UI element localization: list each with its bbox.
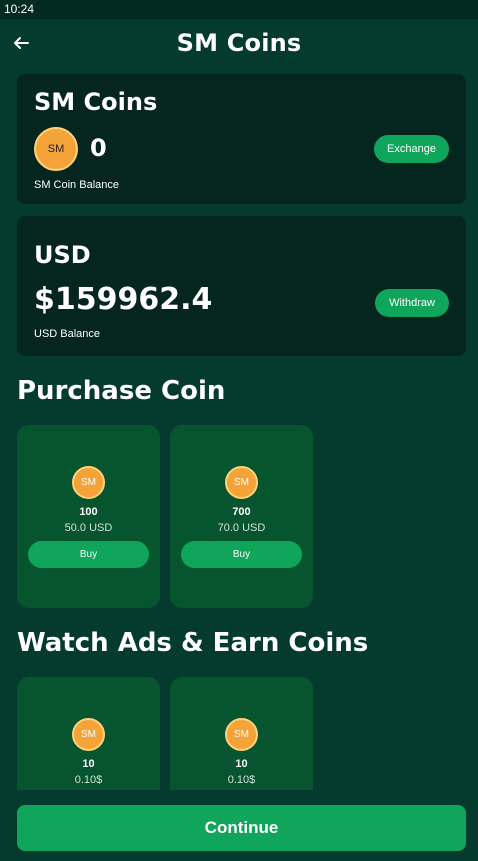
usd-balance-card: USD $159962.4 USD Balance Withdraw — [17, 216, 466, 356]
coin-icon: SM — [72, 466, 105, 499]
offer-price: 0.10$ — [74, 774, 103, 786]
coin-icon-label: SM — [47, 143, 65, 155]
status-time: 10:24 — [4, 2, 35, 16]
coin-icon-label: SM — [234, 729, 249, 740]
offer-coin-amount: 100 — [79, 506, 98, 518]
ad-offer-card[interactable]: SM 10 0.10$ — [17, 677, 160, 790]
coin-icon-label: SM — [81, 477, 96, 488]
purchase-offer-card: SM 700 70.0 USD Buy — [170, 425, 313, 608]
app-bar: SM Coins — [0, 19, 478, 71]
usd-card-title: USD — [34, 241, 91, 269]
page-title: SM Coins — [176, 29, 302, 57]
offer-price: 50.0 USD — [64, 522, 113, 534]
status-bar: 10:24 — [0, 0, 478, 19]
withdraw-button[interactable]: Withdraw — [375, 289, 449, 317]
coin-balance-card: SM Coins SM 0 SM Coin Balance Exchange — [17, 74, 466, 204]
usd-balance-label: USD Balance — [34, 328, 101, 340]
coin-balance-value: 0 — [90, 134, 107, 162]
coin-icon-label: SM — [234, 477, 249, 488]
offer-coin-amount: 700 — [232, 506, 251, 518]
offer-coin-amount: 10 — [235, 758, 248, 770]
coin-icon: SM — [225, 718, 258, 751]
coin-icon: SM — [72, 718, 105, 751]
purchase-section-title: Purchase Coin — [17, 376, 226, 406]
coin-icon: SM — [225, 466, 258, 499]
offer-coin-amount: 10 — [82, 758, 95, 770]
coin-icon-label: SM — [81, 729, 96, 740]
continue-button[interactable]: Continue — [17, 805, 466, 851]
coin-balance-label: SM Coin Balance — [34, 179, 119, 191]
buy-button[interactable]: Buy — [181, 541, 302, 568]
coin-icon: SM — [34, 127, 78, 171]
ads-offer-list[interactable]: SM 10 0.10$ SM 10 0.10$ — [0, 676, 478, 790]
ad-offer-card[interactable]: SM 10 0.10$ — [170, 677, 313, 790]
ads-section-title: Watch Ads & Earn Coins — [17, 628, 369, 658]
usd-balance-value: $159962.4 — [34, 282, 213, 317]
coin-card-title: SM Coins — [34, 88, 158, 116]
purchase-offer-card: SM 100 50.0 USD Buy — [17, 425, 160, 608]
offer-price: 70.0 USD — [217, 522, 266, 534]
offer-price: 0.10$ — [227, 774, 256, 786]
buy-button[interactable]: Buy — [28, 541, 149, 568]
exchange-button[interactable]: Exchange — [374, 135, 449, 163]
